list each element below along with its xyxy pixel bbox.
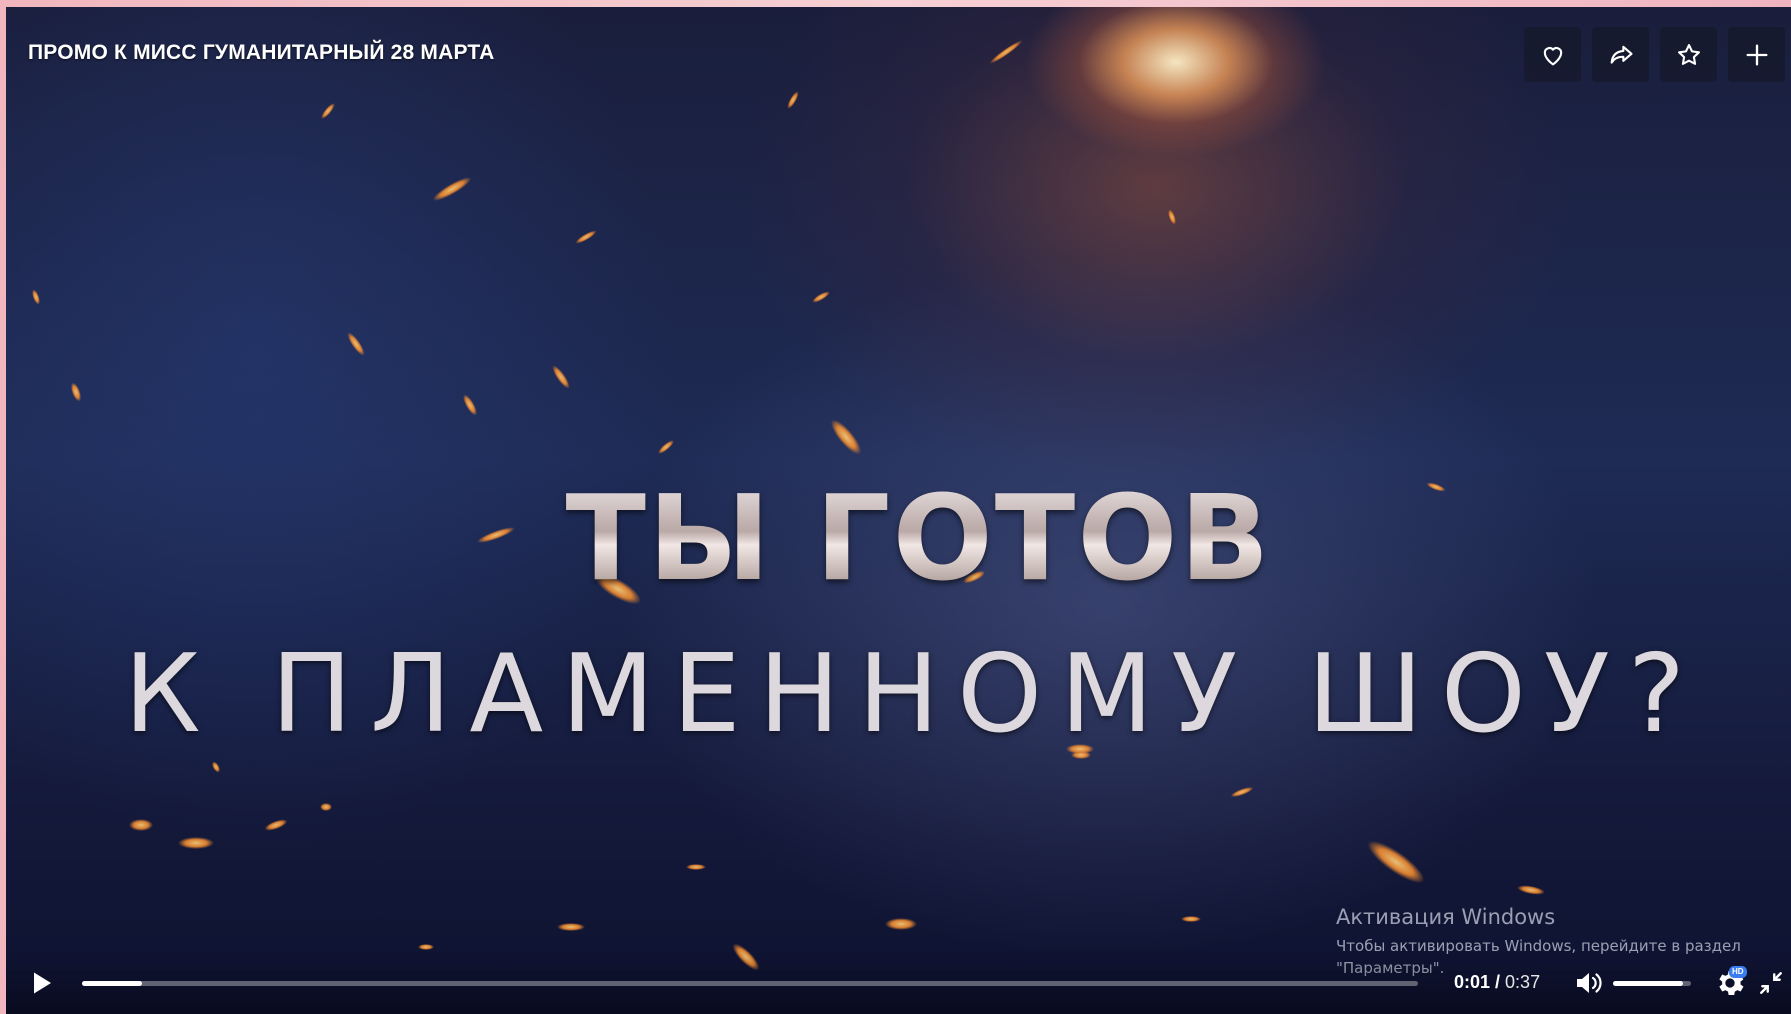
volume-fill — [1613, 981, 1684, 986]
play-icon[interactable] — [30, 970, 54, 996]
like-button[interactable] — [1524, 27, 1581, 82]
volume-slider[interactable] — [1613, 981, 1691, 986]
heart-icon — [1543, 46, 1562, 65]
share-button[interactable] — [1592, 27, 1649, 82]
player-controls: 0:01 / 0:37 HD — [6, 952, 1791, 1014]
exit-fullscreen-icon[interactable] — [1758, 970, 1784, 996]
progress-bar[interactable] — [82, 981, 1418, 986]
volume-icon[interactable] — [1574, 970, 1604, 996]
star-icon — [1677, 43, 1700, 65]
video-caption-line2: К ПЛАМЕННОМУ ШОУ? — [123, 632, 1704, 757]
duration: 0:37 — [1505, 972, 1541, 992]
add-button[interactable] — [1728, 27, 1785, 82]
watermark-title: Активация Windows — [1336, 905, 1556, 929]
video-player[interactable]: ПРОМО К МИСС ГУМАНИТАРНЫЙ 28 МАРТА ТЫ ГО… — [6, 7, 1791, 1014]
progress-fill — [82, 981, 143, 986]
favorite-button[interactable] — [1660, 27, 1717, 82]
time-separator: / — [1490, 972, 1506, 992]
video-caption-line1: ТЫ ГОТОВ — [26, 469, 1791, 607]
hd-badge: HD — [1729, 966, 1747, 978]
top-actions — [1524, 27, 1785, 82]
current-time: 0:01 — [1454, 972, 1491, 992]
video-title: ПРОМО К МИСС ГУМАНИТАРНЫЙ 28 МАРТА — [28, 41, 495, 64]
share-icon — [1610, 45, 1633, 64]
plus-icon — [1746, 44, 1767, 65]
time-display: 0:01 / 0:37 — [1454, 972, 1540, 993]
